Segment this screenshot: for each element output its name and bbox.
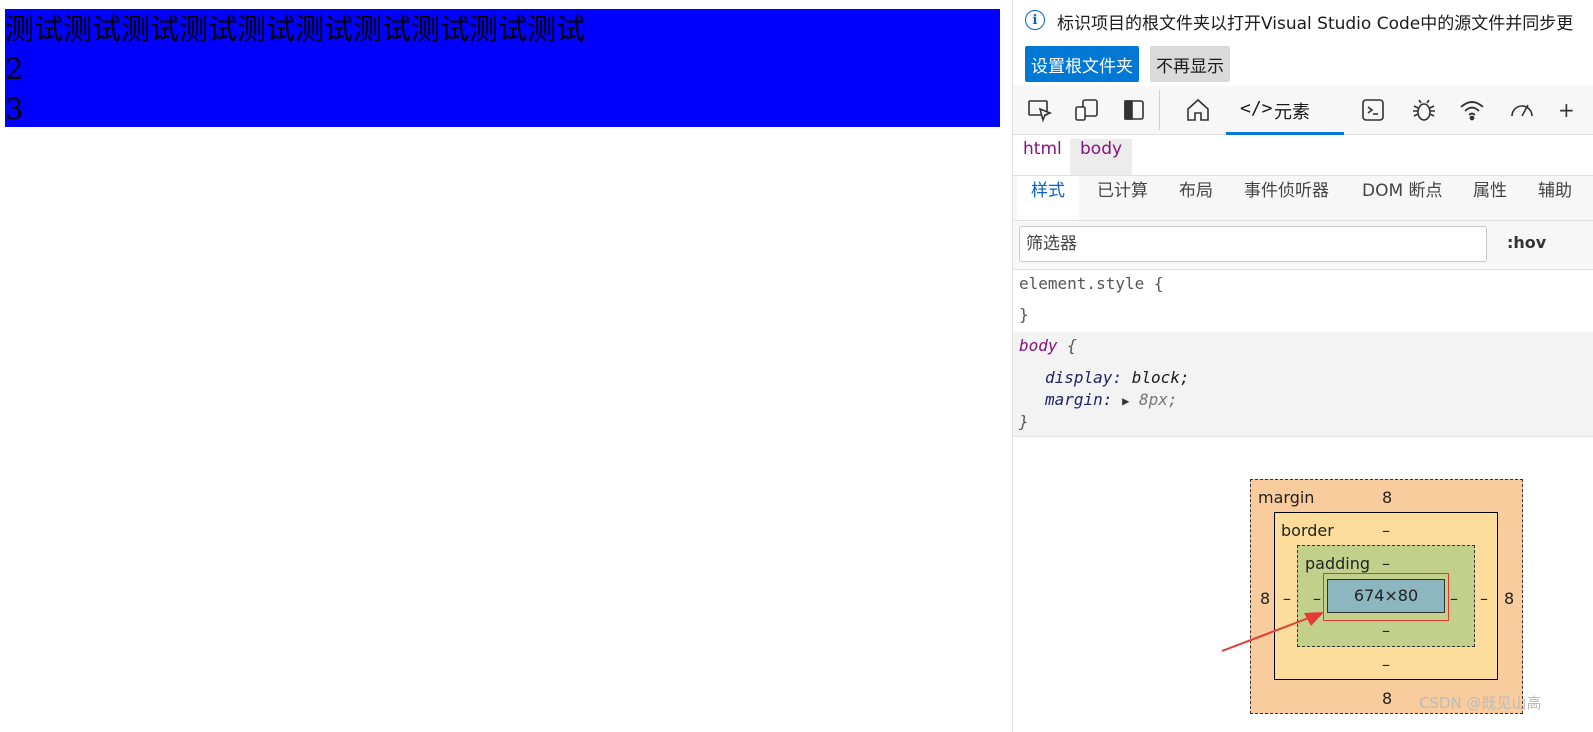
padding-bottom-value: – [1382, 621, 1390, 640]
element-style-close-brace: } [1019, 305, 1029, 324]
element-style-open-brace: { [1153, 274, 1164, 293]
styles-filter-input[interactable] [1019, 226, 1487, 262]
margin-label: margin [1258, 488, 1315, 507]
declaration-display-value: block; [1131, 368, 1190, 387]
elements-tab-label: 元素 [1274, 102, 1310, 123]
tab-accessibility[interactable]: 辅助 [1538, 176, 1572, 220]
element-style-rule: element.style { } [1013, 270, 1593, 333]
device-emulation-icon[interactable] [1073, 96, 1101, 124]
tab-elements[interactable]: </> 元素 [1226, 86, 1344, 135]
body-style-rule: body { display: block; margin: ▶ 8px; } [1013, 332, 1593, 437]
border-bottom-value: – [1382, 655, 1390, 674]
csdn-watermark: CSDN @既见山高 [1419, 694, 1542, 712]
padding-label: padding [1305, 554, 1371, 573]
set-root-folder-button[interactable]: 设置根文件夹 [1025, 46, 1139, 82]
padding-right-value: – [1450, 589, 1458, 608]
debugger-icon[interactable] [1410, 96, 1438, 124]
info-bar: i 标识项目的根文件夹以打开Visual Studio Code中的源文件并同步… [1013, 0, 1593, 86]
body-close-brace: } [1019, 412, 1029, 431]
dont-show-again-button[interactable]: 不再显示 [1150, 46, 1230, 82]
hov-toggle[interactable]: :hov [1507, 233, 1546, 252]
margin-right-value: 8 [1504, 589, 1515, 608]
tab-properties[interactable]: 属性 [1473, 176, 1507, 220]
dock-side-icon[interactable] [1120, 96, 1148, 124]
tab-event-listeners[interactable]: 事件侦听器 [1244, 176, 1329, 220]
preview-line-2: 2 [5, 52, 24, 86]
devtools-panel: i 标识项目的根文件夹以打开Visual Studio Code中的源文件并同步… [1012, 0, 1593, 732]
elements-tab-icon: </> [1240, 98, 1273, 119]
breadcrumb-html[interactable]: html [1013, 139, 1072, 175]
preview-line-3: 3 [5, 92, 24, 126]
border-label: border [1281, 521, 1334, 540]
declaration-margin[interactable]: margin: ▶ 8px; [1045, 390, 1177, 409]
inspect-icon[interactable] [1026, 96, 1054, 124]
border-right-value: – [1480, 589, 1488, 608]
tab-computed[interactable]: 已计算 [1097, 176, 1148, 220]
page-preview: 测试测试测试测试测试测试测试测试测试测试 2 3 [0, 0, 1012, 732]
declaration-display[interactable]: display: block; [1045, 368, 1190, 387]
console-icon[interactable] [1359, 96, 1387, 124]
declaration-margin-value: 8px; [1138, 390, 1178, 409]
info-icon: i [1025, 10, 1045, 30]
dom-breadcrumb: html body [1013, 139, 1593, 176]
expand-triangle-icon[interactable]: ▶ [1122, 394, 1129, 408]
body-open-brace: { [1067, 336, 1077, 355]
declaration-margin-prop: margin [1045, 390, 1103, 409]
toolbar-separator [1159, 90, 1160, 130]
performance-icon[interactable] [1508, 96, 1536, 124]
margin-top-value: 8 [1382, 488, 1393, 507]
tab-dom-breakpoints[interactable]: DOM 断点 [1362, 176, 1443, 220]
tab-styles[interactable]: 样式 [1017, 176, 1079, 220]
info-bar-text: 标识项目的根文件夹以打开Visual Studio Code中的源文件并同步更 [1057, 14, 1574, 34]
filter-row: :hov [1013, 221, 1593, 270]
declaration-display-prop: display [1045, 368, 1113, 387]
home-icon[interactable] [1184, 96, 1212, 124]
network-icon[interactable] [1458, 96, 1486, 124]
margin-bottom-value: 8 [1382, 689, 1393, 708]
breadcrumb-body[interactable]: body [1070, 139, 1133, 175]
tab-layout[interactable]: 布局 [1179, 176, 1213, 220]
element-style-selector: element.style [1019, 274, 1145, 293]
annotation-highlight-box [1323, 573, 1449, 621]
styles-subtabs: 样式 已计算 布局 事件侦听器 DOM 断点 属性 辅助 [1013, 176, 1593, 221]
preview-line-1: 测试测试测试测试测试测试测试测试测试测试 [5, 12, 586, 46]
annotation-arrow-icon [1221, 612, 1324, 652]
blue-body-box: 测试测试测试测试测试测试测试测试测试测试 2 3 [5, 9, 1000, 127]
border-top-value: – [1382, 521, 1390, 540]
body-selector: body [1019, 336, 1058, 355]
padding-top-value: – [1382, 554, 1390, 573]
more-tools-icon[interactable]: + [1558, 96, 1586, 124]
